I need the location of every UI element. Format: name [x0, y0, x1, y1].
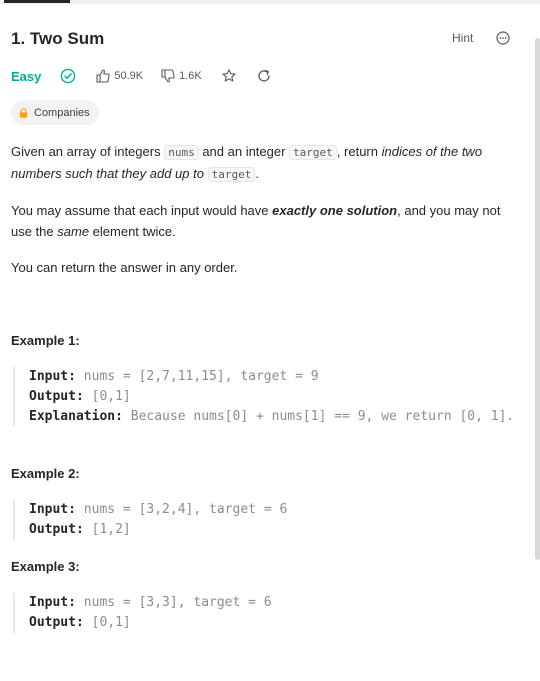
output-value: [0,1] [83, 615, 131, 630]
input-label: Input: [29, 502, 76, 517]
companies-label: Companies [34, 106, 90, 119]
text: and an integer [198, 144, 290, 159]
example-input-line: Input: nums = [3,3], target = 6 [29, 593, 519, 613]
inline-code: target [289, 145, 337, 160]
star-icon[interactable] [221, 68, 237, 84]
output-label: Output: [29, 615, 84, 630]
example-2-title: Example 2: [11, 466, 80, 481]
example-1-block: Input: nums = [2,7,11,15], target = 9 Ou… [13, 367, 519, 427]
dislike-count: 1.6K [179, 70, 202, 82]
more-icon[interactable] [496, 31, 510, 45]
thumbs-up-icon [95, 68, 111, 84]
example-3-title: Example 3: [11, 559, 80, 574]
example-2-block: Input: nums = [3,2,4], target = 6 Output… [13, 500, 519, 540]
inline-code: nums [164, 145, 199, 160]
companies-tag[interactable]: Companies [11, 100, 99, 125]
scrollbar[interactable] [535, 38, 540, 560]
description-paragraph-2: You may assume that each input would hav… [11, 200, 516, 242]
text: . [255, 166, 259, 181]
text: , return [336, 144, 382, 159]
like-button[interactable]: 50.9K [95, 68, 143, 84]
input-label: Input: [29, 369, 76, 384]
output-value: [1,2] [83, 522, 131, 537]
solved-check-icon [60, 68, 76, 84]
example-output-line: Output: [1,2] [29, 520, 519, 540]
example-output-line: Output: [0,1] [29, 387, 519, 407]
share-icon[interactable] [256, 68, 272, 84]
tab-bar-underline [0, 0, 540, 4]
text: element twice. [89, 224, 176, 239]
output-label: Output: [29, 389, 84, 404]
lock-icon [19, 107, 28, 118]
example-explanation-line: Explanation: Because nums[0] + nums[1] =… [29, 407, 519, 427]
text: You may assume that each input would hav… [11, 203, 273, 218]
inline-code: target [207, 167, 256, 182]
problem-title: 1. Two Sum [11, 29, 105, 48]
description-paragraph-1: Given an array of integers nums and an i… [11, 141, 516, 185]
explanation-value: Because nums[0] + nums[1] == 9, we retur… [122, 409, 515, 424]
input-label: Input: [29, 595, 76, 610]
active-tab-indicator [4, 0, 70, 3]
example-3-block: Input: nums = [3,3], target = 6 Output: … [13, 593, 519, 633]
hint-button[interactable]: Hint [452, 31, 473, 45]
input-value: nums = [3,3], target = 6 [75, 595, 272, 610]
problem-meta-bar: Easy 50.9K 1.6K [11, 65, 272, 87]
example-output-line: Output: [0,1] [29, 613, 519, 633]
strong-emphasis: exactly one solution [272, 203, 398, 218]
thumbs-down-icon [160, 68, 176, 84]
example-input-line: Input: nums = [3,2,4], target = 6 [29, 500, 519, 520]
output-value: [0,1] [83, 389, 131, 404]
emphasis: same [57, 224, 90, 239]
dislike-button[interactable]: 1.6K [160, 68, 202, 84]
difficulty-badge: Easy [11, 68, 42, 84]
example-1-title: Example 1: [11, 333, 80, 348]
output-label: Output: [29, 522, 84, 537]
explanation-label: Explanation: [29, 409, 123, 424]
description-paragraph-3: You can return the answer in any order. [11, 260, 238, 275]
example-input-line: Input: nums = [2,7,11,15], target = 9 [29, 367, 519, 387]
like-count: 50.9K [114, 70, 144, 82]
input-value: nums = [3,2,4], target = 6 [75, 502, 288, 517]
input-value: nums = [2,7,11,15], target = 9 [75, 369, 319, 384]
text: Given an array of integers [11, 144, 165, 159]
